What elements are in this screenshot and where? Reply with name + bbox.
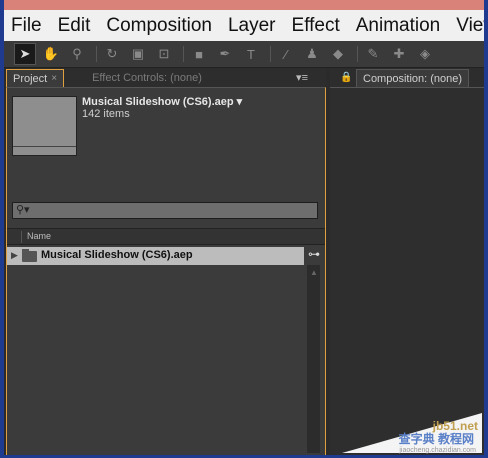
lock-icon[interactable]: 🔒 (340, 72, 352, 83)
rotate-tool-icon[interactable]: ↻ (101, 43, 123, 65)
row-label: Musical Slideshow (CS6).aep (41, 249, 193, 261)
watermark-text: 查字典 教程网 (398, 432, 474, 446)
tab-project-label: Project (13, 72, 48, 85)
watermark: jb51.net 查字典 教程网 jiaocheng.chazidian.com (342, 413, 482, 454)
search-icon[interactable]: ⚲▾ (16, 203, 30, 216)
thumbnail-divider (13, 146, 76, 147)
axis-mode-icon[interactable]: ◈ (414, 43, 436, 65)
menu-effect[interactable]: Effect (284, 10, 348, 41)
search-input[interactable]: ⚲▾ (12, 202, 318, 219)
menu-edit[interactable]: Edit (50, 10, 99, 41)
tools-bar: ➤ ✋ ⚲ ↻ ▣ ⊡ ■ ✒ T ⁄ ♟ ◆ ✎ ✚ ◈ (4, 41, 484, 68)
flowchart-icon[interactable]: ⊶ (308, 247, 320, 261)
brush-tool-icon[interactable]: ⁄ (275, 43, 297, 65)
close-icon[interactable]: × (51, 70, 57, 88)
composition-panel: 🔒 Composition: (none) (330, 69, 484, 455)
project-item-count: 142 items (82, 108, 130, 120)
window-frame-left (0, 0, 4, 458)
camera-tool-icon[interactable]: ▣ (127, 43, 149, 65)
window-frame-right (484, 0, 488, 458)
menu-animation[interactable]: Animation (348, 10, 449, 41)
menu-composition[interactable]: Composition (98, 10, 220, 41)
pen-tool-icon[interactable]: ✒ (214, 43, 236, 65)
column-header-name[interactable]: Name (27, 231, 51, 241)
roto-brush-tool-icon[interactable]: ✎ (362, 43, 384, 65)
toolbar-separator (96, 46, 97, 62)
folder-icon (22, 249, 37, 262)
toolbar-separator (270, 46, 271, 62)
list-header: Name (7, 228, 325, 245)
toolbar-separator (357, 46, 358, 62)
project-file-name[interactable]: Musical Slideshow (CS6).aep ▾ (82, 95, 242, 108)
menu-file[interactable]: File (4, 10, 50, 41)
toolbar-separator (183, 46, 184, 62)
hand-tool-icon[interactable]: ✋ (40, 43, 62, 65)
column-divider[interactable] (21, 231, 22, 243)
eraser-tool-icon[interactable]: ◆ (327, 43, 349, 65)
project-thumbnail (12, 96, 77, 156)
rectangle-tool-icon[interactable]: ■ (188, 43, 210, 65)
composition-panel-tabs: 🔒 Composition: (none) (330, 69, 484, 87)
menu-bar: File Edit Composition Layer Effect Anima… (4, 10, 484, 41)
scroll-up-arrow-icon[interactable]: ▲ (310, 268, 318, 277)
tab-project[interactable]: Project × (6, 69, 65, 88)
tab-composition[interactable]: Composition: (none) (356, 69, 470, 87)
tab-effect-controls[interactable]: Effect Controls: (none) (92, 69, 202, 87)
scrollbar[interactable] (307, 265, 320, 453)
puppet-pin-tool-icon[interactable]: ✚ (388, 43, 410, 65)
menu-layer[interactable]: Layer (220, 10, 284, 41)
project-panel-tabs: Project × Effect Controls: (none) ▾≡ (6, 69, 326, 87)
clone-stamp-tool-icon[interactable]: ♟ (301, 43, 323, 65)
selection-tool-icon[interactable]: ➤ (14, 43, 36, 65)
title-bar-accent (0, 0, 488, 10)
type-tool-icon[interactable]: T (240, 43, 262, 65)
menu-view[interactable]: View (448, 10, 484, 41)
table-row[interactable]: ▶ Musical Slideshow (CS6).aep (7, 247, 304, 265)
zoom-tool-icon[interactable]: ⚲ (66, 43, 88, 65)
pan-behind-tool-icon[interactable]: ⊡ (153, 43, 175, 65)
composition-viewer[interactable] (330, 87, 484, 455)
project-panel: Project × Effect Controls: (none) ▾≡ Mus… (6, 69, 326, 458)
expand-arrow-icon[interactable]: ▶ (11, 250, 18, 261)
watermark-url: jiaocheng.chazidian.com (399, 447, 476, 454)
panel-menu-icon[interactable]: ▾≡ (296, 71, 308, 84)
